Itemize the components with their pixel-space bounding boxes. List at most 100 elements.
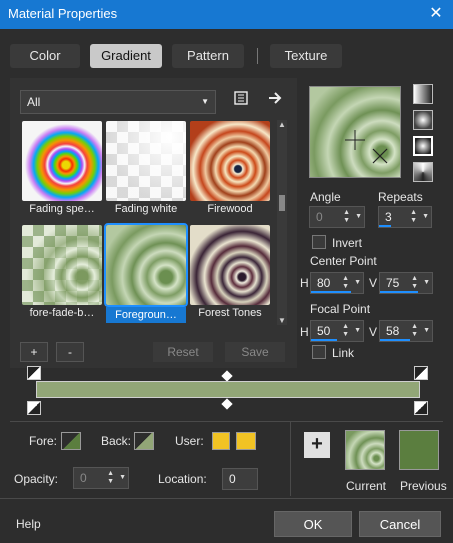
help-link[interactable]: Help xyxy=(16,517,41,531)
spin-arrows-icon[interactable]: ▲ ▼ xyxy=(107,470,114,486)
gradient-item-label: Fading white xyxy=(114,203,178,215)
user-color-picker[interactable] xyxy=(236,432,256,450)
tab-gradient[interactable]: Gradient xyxy=(90,44,162,68)
spin-arrows-icon[interactable]: ▲ ▼ xyxy=(342,323,349,339)
spin-arrows-icon[interactable]: ▲ ▼ xyxy=(410,209,417,225)
gradient-item-fading-white[interactable]: Fading white xyxy=(106,121,186,215)
tab-texture[interactable]: Texture xyxy=(270,44,342,68)
add-gradient-button[interactable]: + xyxy=(20,342,48,362)
angle-value: 0 xyxy=(316,210,323,224)
opacity-midpoint-marker[interactable] xyxy=(221,370,233,382)
save-gradient-button[interactable]: Save xyxy=(225,342,285,362)
tab-separator xyxy=(257,48,258,64)
angle-label: Angle xyxy=(310,190,341,204)
center-h-level-bar xyxy=(311,291,351,293)
user-label: User: xyxy=(175,434,204,448)
focal-v-level-bar xyxy=(380,339,410,341)
current-material-swatch xyxy=(345,430,385,470)
tab-pattern[interactable]: Pattern xyxy=(172,44,244,68)
chevron-down-icon[interactable]: ▼ xyxy=(423,273,430,293)
scroll-down-icon[interactable]: ▼ xyxy=(278,316,286,325)
chevron-down-icon[interactable]: ▼ xyxy=(354,273,361,293)
focal-point-crosshair-icon[interactable] xyxy=(310,87,402,179)
opacity-spinner[interactable]: 0 ▲ ▼ ▼ xyxy=(73,467,129,489)
chevron-down-icon: ▼ xyxy=(201,97,209,106)
bottom-right-color-stop[interactable] xyxy=(414,401,428,415)
remove-gradient-button[interactable]: - xyxy=(56,342,84,362)
reset-button[interactable]: Reset xyxy=(153,342,213,362)
link-checkbox[interactable] xyxy=(312,345,326,359)
gradient-item-forest-tones[interactable]: Forest Tones xyxy=(190,225,270,319)
top-right-opacity-stop[interactable] xyxy=(414,366,428,380)
spin-arrows-icon[interactable]: ▲ ▼ xyxy=(411,323,418,339)
previous-material-swatch[interactable] xyxy=(399,430,439,470)
focal-h-spinner[interactable]: 50 ▲ ▼ ▼ xyxy=(310,320,364,342)
center-h-label: H xyxy=(300,276,309,290)
spin-arrows-icon[interactable]: ▲ ▼ xyxy=(343,209,350,225)
repeats-level-bar xyxy=(379,225,391,227)
center-v-value: 75 xyxy=(386,276,400,290)
chevron-down-icon[interactable]: ▼ xyxy=(423,321,430,341)
focal-v-label: V xyxy=(369,325,378,339)
window-title: Material Properties xyxy=(8,6,118,21)
invert-label: Invert xyxy=(332,236,363,250)
close-icon[interactable]: ✕ xyxy=(424,3,448,25)
scroll-up-icon[interactable]: ▲ xyxy=(278,120,286,129)
ok-button[interactable]: OK xyxy=(274,511,352,537)
library-scrollbar[interactable]: ▲ ▼ xyxy=(277,120,287,325)
chevron-down-icon[interactable]: ▼ xyxy=(422,207,429,227)
angle-spinner[interactable]: 0 ▲ ▼ ▼ xyxy=(309,206,365,228)
location-field[interactable]: 0 xyxy=(222,468,258,490)
focal-v-value: 58 xyxy=(386,324,400,338)
linear-style-icon[interactable] xyxy=(413,84,433,104)
top-left-opacity-stop[interactable] xyxy=(27,366,41,380)
fore-color-swatch[interactable] xyxy=(61,432,81,450)
center-h-value: 80 xyxy=(317,276,331,290)
back-color-swatch[interactable] xyxy=(134,432,154,450)
sunburst-style-icon[interactable] xyxy=(413,162,433,182)
divider xyxy=(0,498,453,499)
scrollbar-thumb[interactable] xyxy=(279,195,285,211)
gradient-item-fading-spectrum[interactable]: Fading spe… xyxy=(22,121,102,215)
bottom-left-color-stop[interactable] xyxy=(27,401,41,415)
center-v-level-bar xyxy=(380,291,418,293)
spin-arrows-icon[interactable]: ▲ ▼ xyxy=(411,275,418,291)
repeats-spinner[interactable]: 3 ▲ ▼ ▼ xyxy=(378,206,432,228)
focal-h-label: H xyxy=(300,325,309,339)
gradient-item-fore-fade[interactable]: fore-fade-b… xyxy=(22,225,102,319)
category-value: All xyxy=(27,95,41,109)
invert-checkbox[interactable] xyxy=(312,235,326,249)
center-v-spinner[interactable]: 75 ▲ ▼ ▼ xyxy=(379,272,433,294)
cancel-button[interactable]: Cancel xyxy=(359,511,441,537)
gradient-item-firewood[interactable]: Firewood xyxy=(190,121,270,215)
gradient-preview xyxy=(22,121,102,201)
spin-arrows-icon[interactable]: ▲ ▼ xyxy=(342,275,349,291)
gradient-editor-bar[interactable] xyxy=(36,381,420,398)
radial-style-icon[interactable] xyxy=(413,136,433,156)
add-to-swatches-button[interactable]: + xyxy=(304,432,330,458)
focal-v-spinner[interactable]: 58 ▲ ▼ ▼ xyxy=(379,320,433,342)
gradient-item-foreground[interactable]: Foregroun… xyxy=(104,223,188,323)
chevron-down-icon[interactable]: ▼ xyxy=(119,468,126,488)
repeats-label: Repeats xyxy=(378,190,423,204)
link-label: Link xyxy=(332,346,355,360)
category-dropdown[interactable]: All ▼ xyxy=(20,90,216,114)
tab-color[interactable]: Color xyxy=(10,44,80,68)
repeats-value: 3 xyxy=(385,210,392,224)
chevron-down-icon[interactable]: ▼ xyxy=(355,207,362,227)
arrow-right-icon[interactable] xyxy=(265,90,285,110)
opacity-label: Opacity: xyxy=(14,472,59,486)
focal-point-label: Focal Point xyxy=(310,302,371,316)
gradient-preview xyxy=(190,225,270,305)
chevron-down-icon[interactable]: ▼ xyxy=(354,321,361,341)
gradient-preview-large[interactable] xyxy=(309,86,401,178)
previous-label: Previous xyxy=(400,479,447,493)
gradient-item-label: Foregroun… xyxy=(106,307,186,323)
user-color-swatch[interactable] xyxy=(212,432,230,450)
center-h-spinner[interactable]: 80 ▲ ▼ ▼ xyxy=(310,272,364,294)
focal-h-value: 50 xyxy=(317,324,331,338)
color-midpoint-marker[interactable] xyxy=(221,398,233,410)
library-menu-icon[interactable] xyxy=(231,90,251,110)
rectangular-style-icon[interactable] xyxy=(413,110,433,130)
gradient-preview xyxy=(104,223,188,307)
